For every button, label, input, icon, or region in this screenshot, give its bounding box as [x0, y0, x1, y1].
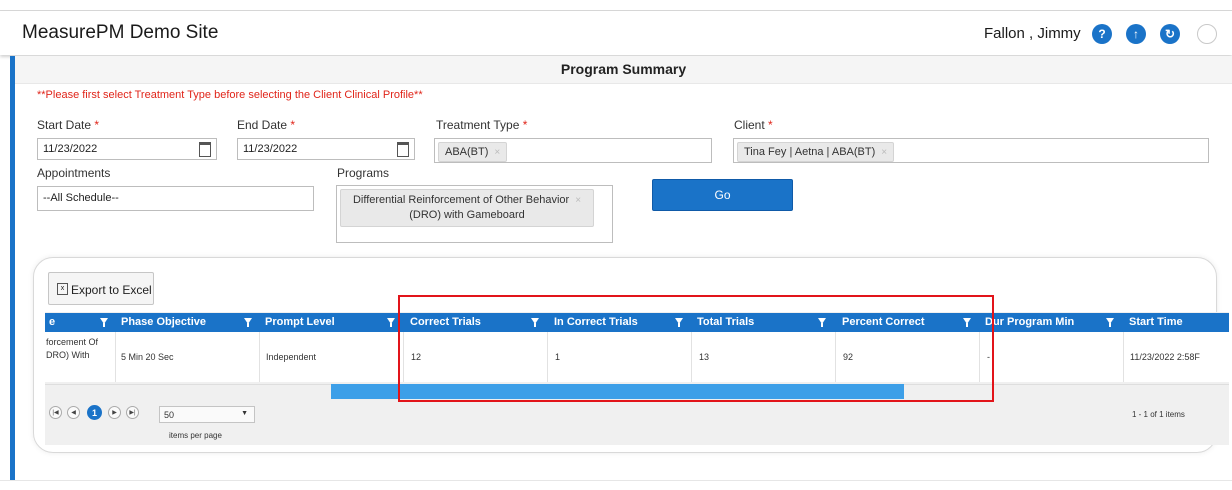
filter-icon[interactable] — [387, 318, 395, 327]
appointments-label: Appointments — [37, 166, 111, 180]
client-chip[interactable]: Tina Fey | Aetna | ABA(BT) × — [737, 142, 895, 162]
filter-icon[interactable] — [1106, 318, 1114, 327]
help-icon[interactable]: ? — [1092, 24, 1112, 44]
end-date-label: End Date * — [237, 118, 296, 132]
chip-remove-icon[interactable]: × — [575, 195, 581, 206]
column-header-dur-program-min[interactable]: Dur Program Min — [985, 313, 1074, 332]
programs-select[interactable]: Differential Reinforcement of Other Beha… — [336, 185, 613, 243]
calendar-icon[interactable] — [397, 142, 409, 157]
treatment-type-label: Treatment Type * — [436, 118, 528, 132]
excel-icon: x — [57, 283, 68, 295]
column-header-start-time[interactable]: Start Time — [1129, 313, 1183, 332]
items-per-page-label: items per page — [169, 431, 222, 440]
app-header: MeasurePM Demo Site Fallon , Jimmy ? ↑ ↻ — [0, 11, 1232, 55]
cell-prompt-level: Independent — [266, 352, 317, 362]
current-page-button[interactable]: 1 — [87, 405, 102, 420]
treatment-type-chip[interactable]: ABA(BT) × — [438, 142, 508, 162]
program-chip[interactable]: Differential Reinforcement of Other Beha… — [340, 189, 594, 227]
programs-label: Programs — [337, 166, 390, 180]
cell-program: forcement Of DRO) With — [46, 337, 99, 360]
start-date-label: Start Date * — [37, 118, 100, 132]
column-divider — [115, 332, 116, 382]
site-title: MeasurePM Demo Site — [22, 22, 219, 43]
go-button[interactable]: Go — [652, 179, 793, 211]
treatment-warning: **Please first select Treatment Type bef… — [37, 89, 423, 101]
appointments-value: --All Schedule-- — [43, 192, 119, 204]
start-date-value: 11/23/2022 — [43, 143, 98, 155]
column-divider — [1123, 332, 1124, 382]
calendar-icon[interactable] — [199, 142, 211, 157]
cell-start-time: 11/23/2022 2:58F — [1130, 352, 1200, 362]
end-date-input[interactable]: 11/23/2022 — [237, 138, 415, 160]
treatment-type-select[interactable]: ABA(BT) × — [434, 138, 712, 163]
refresh-icon[interactable]: ↻ — [1160, 24, 1180, 44]
avatar-icon[interactable] — [1197, 24, 1217, 44]
first-page-icon[interactable]: |◀ — [49, 406, 62, 419]
filter-icon[interactable] — [100, 318, 108, 327]
column-divider — [259, 332, 260, 382]
end-date-value: 11/23/2022 — [243, 143, 298, 155]
client-select[interactable]: Tina Fey | Aetna | ABA(BT) × — [733, 138, 1209, 163]
appointments-select[interactable]: --All Schedule-- — [37, 186, 314, 211]
panel-title: Program Summary — [560, 61, 687, 77]
column-header-prompt-level[interactable]: Prompt Level — [265, 313, 335, 332]
user-name[interactable]: Fallon , Jimmy — [984, 25, 1081, 42]
highlight-box — [398, 295, 994, 402]
cell-phase-objective: 5 Min 20 Sec — [121, 352, 174, 362]
page-size-select[interactable]: 50 ▼ — [159, 406, 255, 423]
item-count: 1 - 1 of 1 items — [1132, 410, 1185, 419]
last-page-icon[interactable]: ▶| — [126, 406, 139, 419]
upload-icon[interactable]: ↑ — [1126, 24, 1146, 44]
column-header-program[interactable]: e — [49, 313, 55, 332]
left-accent-bar — [10, 56, 15, 480]
bottom-divider — [0, 480, 1232, 481]
panel-title-bar: Program Summary — [15, 56, 1232, 84]
chevron-down-icon: ▼ — [241, 410, 248, 417]
export-to-excel-button[interactable]: x Export to Excel — [48, 272, 154, 305]
client-label: Client * — [734, 118, 773, 132]
prev-page-icon[interactable]: ◀ — [67, 406, 80, 419]
column-header-phase-objective[interactable]: Phase Objective — [121, 313, 206, 332]
start-date-input[interactable]: 11/23/2022 — [37, 138, 217, 160]
chip-remove-icon[interactable]: × — [494, 147, 500, 158]
chip-remove-icon[interactable]: × — [881, 147, 887, 158]
filter-icon[interactable] — [244, 318, 252, 327]
next-page-icon[interactable]: ▶ — [108, 406, 121, 419]
